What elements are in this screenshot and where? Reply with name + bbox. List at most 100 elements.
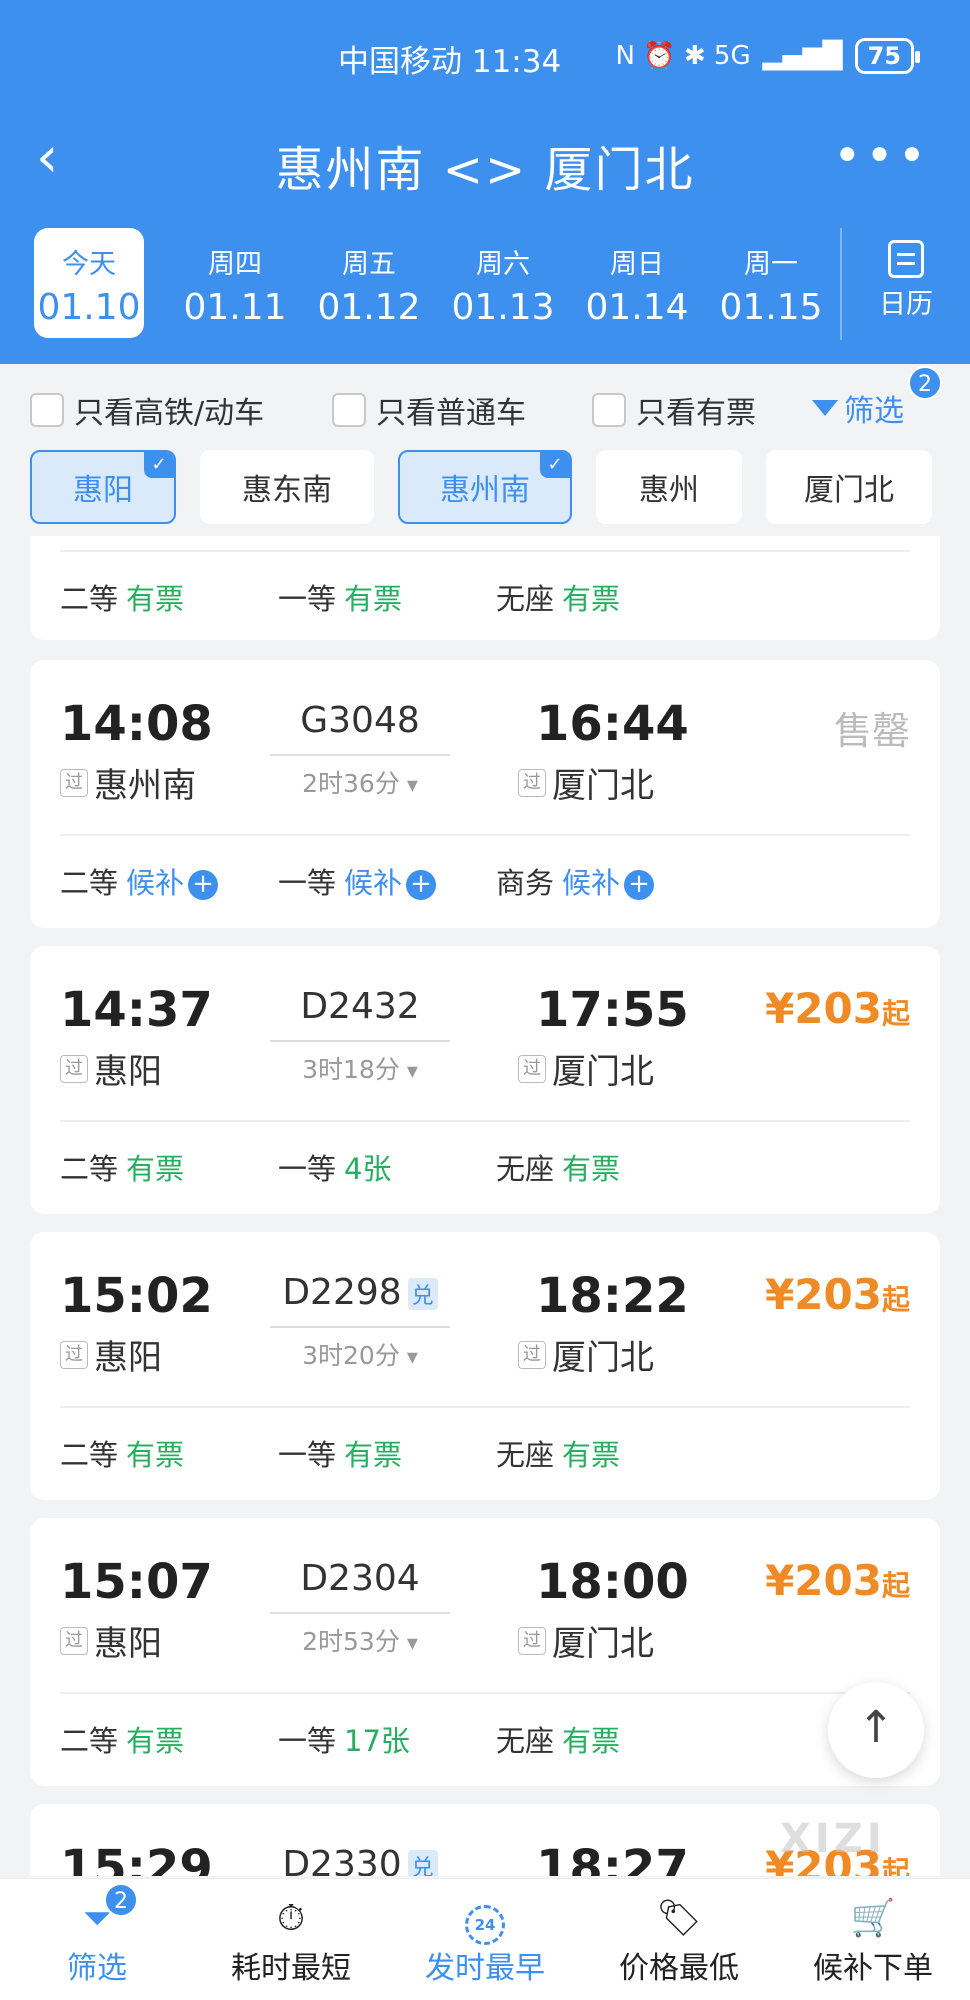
- status-icons: N ⏰ ✱ 5G ▂▄▆█ 75: [616, 38, 921, 74]
- seat-row: 二等 有票 一等 有票 无座 有票: [60, 576, 714, 618]
- checkbox-label: 只看高铁/动车: [74, 396, 265, 431]
- price-label: ¥203起: [765, 984, 910, 1033]
- seat-first-waitlist[interactable]: 一等 候补 +: [278, 860, 496, 902]
- more-button[interactable]: •••: [833, 128, 930, 184]
- date-tab-mon[interactable]: 周一 01.15: [704, 228, 838, 338]
- arrival-time: 18:27: [536, 1840, 689, 1876]
- seat-status: 有票: [562, 1724, 621, 1758]
- station-name: 惠阳: [94, 1338, 162, 1378]
- via-icon: 过: [60, 1340, 88, 1369]
- station-name: 厦门北: [552, 1624, 654, 1664]
- checkbox-box: [30, 393, 64, 427]
- price-value: ¥203: [765, 1270, 882, 1319]
- filter-available-checkbox[interactable]: 只看有票: [592, 388, 756, 432]
- date-tab-date: 01.14: [585, 287, 689, 328]
- date-tab-thu[interactable]: 周四 01.11: [168, 228, 302, 338]
- date-tab-fri[interactable]: 周五 01.12: [302, 228, 436, 338]
- arrival-station: 过厦门北: [518, 1044, 654, 1093]
- departure-station: 过惠阳: [60, 1616, 162, 1665]
- station-chip-xiamenbei[interactable]: 厦门北: [766, 450, 932, 524]
- station-chips: 惠阳 惠东南 惠州南 惠州 厦门北: [30, 450, 932, 526]
- date-tab-today[interactable]: 今天 01.10: [34, 228, 144, 338]
- seat-class: 一等: [278, 1724, 337, 1758]
- duration-toggle[interactable]: 3时18分: [270, 1050, 450, 1086]
- seat-first: 一等 17张: [278, 1718, 496, 1760]
- date-tab-sat[interactable]: 周六 01.13: [436, 228, 570, 338]
- filter-button[interactable]: 筛选: [812, 386, 904, 430]
- calendar-button[interactable]: 日历: [840, 228, 970, 340]
- seat-first: 一等 有票: [278, 1432, 496, 1474]
- filter-highspeed-checkbox[interactable]: 只看高铁/动车: [30, 388, 264, 432]
- date-tab-sun[interactable]: 周日 01.14: [570, 228, 704, 338]
- station-chip-huidongnan[interactable]: 惠东南: [200, 450, 374, 524]
- header-bar: 中国移动 11:34 N ⏰ ✱ 5G ▂▄▆█ 75 ‹ 惠州南 <> 厦门北…: [0, 0, 970, 364]
- price-value: ¥203: [765, 984, 882, 1033]
- seat-status: 候补: [344, 866, 403, 900]
- sort-cheapest-button[interactable]: 🏷 价格最低: [582, 1879, 776, 2000]
- calendar-label: 日历: [879, 289, 933, 320]
- departure-time: 15:29: [60, 1840, 213, 1876]
- seat-class: 无座: [496, 1438, 555, 1472]
- bottom-label: 候补下单: [813, 1951, 933, 1986]
- date-tab-weekday: 周五: [342, 249, 396, 280]
- date-tab-weekday: 周六: [476, 249, 530, 280]
- train-number: G3048: [300, 700, 420, 741]
- seat-first: 一等 4张: [278, 1146, 496, 1188]
- funnel-icon: [812, 400, 838, 416]
- train-number-text: D2330: [282, 1844, 402, 1876]
- seat-first: 一等 有票: [278, 576, 496, 618]
- departure-station: 过惠州南: [60, 758, 196, 807]
- filter-normal-checkbox[interactable]: 只看普通车: [332, 388, 526, 432]
- date-tab-date: 01.12: [317, 287, 421, 328]
- train-card[interactable]: 15:07 D2304 2时53分 18:00 过惠阳 过厦门北 ¥203起 二…: [30, 1518, 940, 1786]
- duration-toggle[interactable]: 2时36分: [270, 764, 450, 800]
- waitlist-order-button[interactable]: 🛒 候补下单: [776, 1879, 970, 2000]
- price-suffix: 起: [881, 1569, 910, 1602]
- date-tab-date: 01.10: [37, 287, 141, 328]
- seat-standing: 无座 有票: [496, 576, 714, 618]
- plus-icon: +: [406, 870, 437, 900]
- duration-toggle[interactable]: 2时53分: [270, 1622, 450, 1658]
- price-value: ¥203: [765, 1556, 882, 1605]
- station-chip-huizhou[interactable]: 惠州: [596, 450, 742, 524]
- price-suffix: 起: [881, 1283, 910, 1316]
- checkbox-label: 只看有票: [636, 396, 756, 431]
- redeem-tag: 兑: [407, 1278, 438, 1310]
- station-chip-huizhounan[interactable]: 惠州南: [398, 450, 572, 524]
- seat-status: 有票: [344, 582, 403, 616]
- train-card-partial[interactable]: 二等 有票 一等 有票 无座 有票: [30, 536, 940, 640]
- date-tabs: 今天 01.10 周四 01.11 周五 01.12 周六 01.13 周日 0…: [34, 228, 838, 340]
- train-number: D2298 兑: [270, 1272, 450, 1313]
- train-card[interactable]: 14:37 D2432 3时18分 17:55 过惠阳 过厦门北 ¥203起 二…: [30, 946, 940, 1214]
- soldout-label: 售罄: [833, 709, 910, 753]
- seat-class: 无座: [496, 582, 555, 616]
- seat-status: 有票: [344, 1438, 403, 1472]
- seat-status: 候补: [562, 866, 621, 900]
- sort-shortest-button[interactable]: ⏱ 耗时最短: [194, 1879, 388, 2000]
- price-suffix: 起: [881, 1855, 910, 1876]
- via-icon: 过: [518, 768, 546, 797]
- seat-status: 有票: [562, 1152, 621, 1186]
- sort-earliest-button[interactable]: 24 发时最早: [388, 1879, 582, 2000]
- arrival-time: 17:55: [536, 982, 689, 1038]
- train-card[interactable]: 15:02 D2298兑 3时20分 18:22 过惠阳 过厦门北 ¥203起 …: [30, 1232, 940, 1500]
- seat-class: 一等: [278, 866, 337, 900]
- bottom-toolbar: ⏷ 筛选 2 ⏱ 耗时最短 24 发时最早 🏷 价格最低 🛒 候补下单: [0, 1878, 970, 2000]
- seat-business-waitlist[interactable]: 商务 候补 +: [496, 860, 714, 902]
- station-chip-huiyang[interactable]: 惠阳: [30, 450, 176, 524]
- bottom-filter-button[interactable]: ⏷ 筛选 2: [0, 1879, 194, 2000]
- via-icon: 过: [518, 1054, 546, 1083]
- price-suffix: 起: [881, 997, 910, 1030]
- bottom-label: 发时最早: [425, 1951, 545, 1986]
- duration-toggle[interactable]: 3时20分: [270, 1336, 450, 1372]
- arrival-station: 过厦门北: [518, 758, 654, 807]
- date-tab-weekday: 周日: [610, 249, 664, 280]
- train-card[interactable]: 14:08 G3048 2时36分 16:44 过惠州南 过厦门北 售罄 二等候…: [30, 660, 940, 928]
- date-tab-date: 01.11: [183, 287, 287, 328]
- date-tab-weekday: 今天: [62, 249, 116, 280]
- divider: [60, 1120, 910, 1122]
- scroll-to-top-button[interactable]: ↑: [828, 1682, 924, 1778]
- checkbox-box: [592, 393, 626, 427]
- seat-second-waitlist[interactable]: 二等 候补 +: [60, 860, 278, 902]
- status-bar: 中国移动 11:34 N ⏰ ✱ 5G ▂▄▆█ 75: [0, 32, 970, 82]
